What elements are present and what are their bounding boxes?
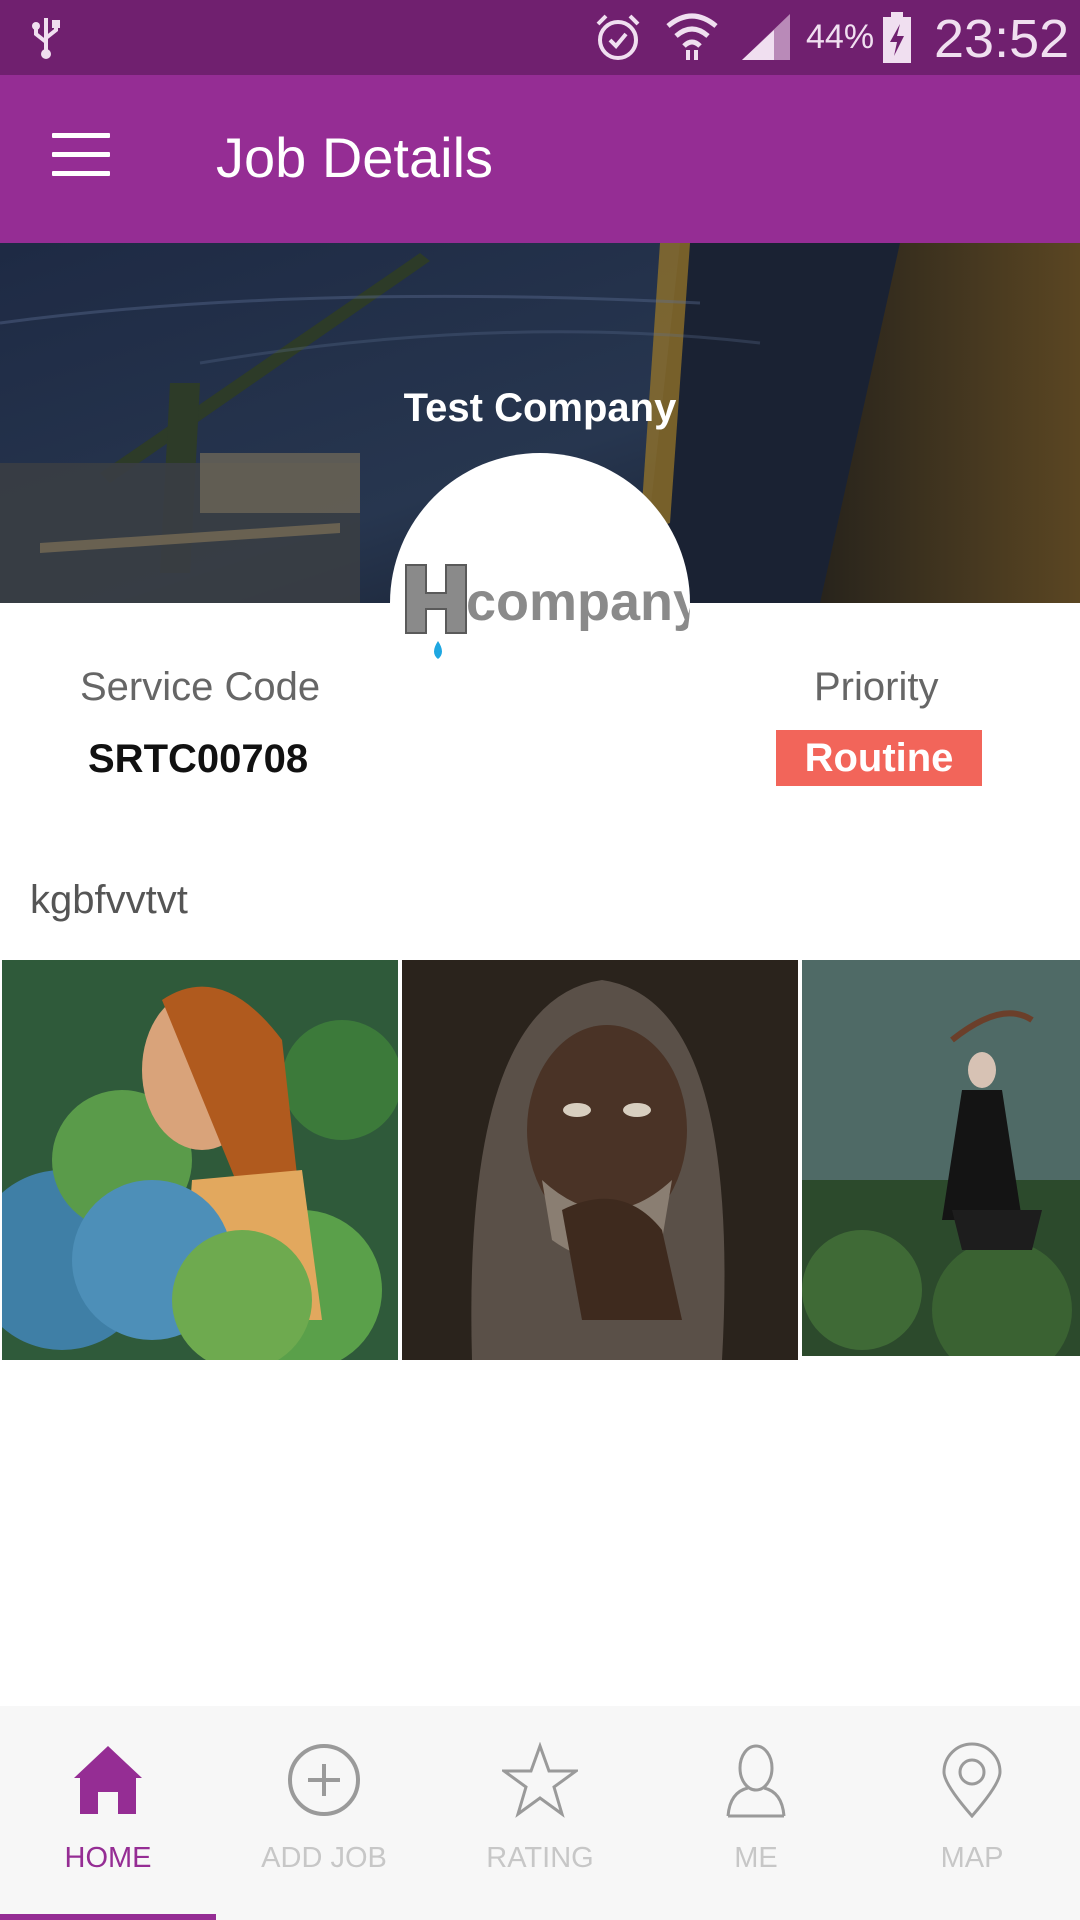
home-icon [74,1746,142,1814]
nav-me-label: ME [734,1842,778,1874]
job-description: kgbfvvtvt [30,878,188,922]
nav-add-job-label: ADD JOB [261,1842,387,1874]
nav-map-label: MAP [940,1842,1004,1874]
signal-icon [742,14,790,60]
bottom-navigation: HOME ADD JOB RATING ME MAP [0,1706,1080,1920]
active-tab-indicator [0,1914,216,1920]
page-title: Job Details [216,126,494,189]
nav-rating[interactable]: RATING [432,1706,648,1920]
nav-home-label: HOME [64,1842,152,1874]
service-code-label: Service Code [80,665,321,709]
add-circle-icon [288,1744,360,1816]
nav-home[interactable]: HOME [0,1706,216,1920]
star-icon [502,1742,578,1818]
clock: 23:52 [934,9,1070,69]
status-bar: 44% 23:52 [0,0,1080,75]
usb-icon [32,18,60,59]
wifi-icon [666,13,718,60]
gallery-photo-2[interactable] [402,960,798,1360]
nav-add-job[interactable]: ADD JOB [216,1706,432,1920]
priority-label: Priority [814,665,939,709]
gallery-photo-1[interactable] [2,960,398,1360]
person-icon [726,1744,786,1818]
company-name: Test Company [403,386,677,430]
logo-text: company [466,572,690,632]
app-bar: Job Details [0,75,1080,243]
battery-percent: 44% [806,18,875,56]
gallery-photo-3[interactable] [802,960,1080,1356]
nav-rating-label: RATING [486,1842,594,1874]
map-pin-icon [942,1742,1002,1818]
nav-map[interactable]: MAP [864,1706,1080,1920]
hamburger-menu-icon[interactable] [52,133,110,177]
priority-badge: Routine [776,730,982,786]
alarm-icon [596,14,640,60]
battery-charging-icon [883,12,911,63]
service-code-value: SRTC00708 [88,737,309,781]
nav-me[interactable]: ME [648,1706,864,1920]
company-logo: company [390,453,690,753]
